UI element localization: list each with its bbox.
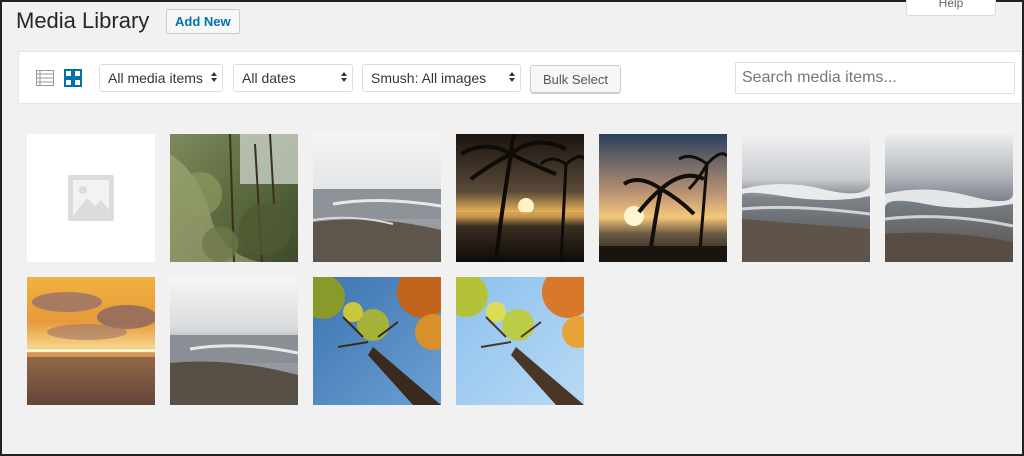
palm-sunset-thumbnail — [599, 134, 727, 262]
media-grid — [27, 134, 1017, 406]
add-new-button[interactable]: Add New — [166, 9, 240, 34]
media-item[interactable] — [313, 134, 441, 262]
select-arrows-icon — [509, 72, 515, 82]
image-placeholder-icon — [27, 134, 155, 262]
media-type-filter-value: All media items — [108, 70, 203, 86]
media-item[interactable] — [599, 134, 727, 262]
bulk-select-button[interactable]: Bulk Select — [530, 65, 621, 93]
media-item[interactable] — [27, 277, 155, 405]
media-item[interactable] — [170, 134, 298, 262]
media-item[interactable] — [456, 134, 584, 262]
beach-waves-thumbnail — [742, 134, 870, 262]
media-toolbar: All media items All dates Smush: All ima… — [18, 51, 1022, 104]
beach-overcast-thumbnail — [313, 134, 441, 262]
help-tab[interactable]: Help — [906, 0, 996, 16]
search-input[interactable] — [735, 62, 1015, 94]
tree-sky-thumbnail — [313, 277, 441, 405]
beach-overcast-thumbnail — [170, 277, 298, 405]
ocean-sunset-thumbnail — [27, 277, 155, 405]
media-item[interactable] — [885, 134, 1013, 262]
media-item[interactable] — [456, 277, 584, 405]
date-filter[interactable]: All dates — [233, 64, 353, 92]
smush-filter-value: Smush: All images — [371, 70, 487, 86]
forest-thumbnail — [170, 134, 298, 262]
page-title: Media Library — [16, 8, 150, 33]
media-type-filter[interactable]: All media items — [99, 64, 223, 92]
media-item[interactable] — [170, 277, 298, 405]
grid-view-icon[interactable] — [62, 67, 84, 89]
media-item[interactable] — [27, 134, 155, 262]
select-arrows-icon — [341, 72, 347, 82]
list-view-icon[interactable] — [34, 67, 56, 89]
select-arrows-icon — [211, 72, 217, 82]
palm-sunset-thumbnail — [456, 134, 584, 262]
media-item[interactable] — [313, 277, 441, 405]
tree-sky-thumbnail — [456, 277, 584, 405]
smush-filter[interactable]: Smush: All images — [362, 64, 521, 92]
date-filter-value: All dates — [242, 70, 296, 86]
beach-waves-thumbnail — [885, 134, 1013, 262]
media-item[interactable] — [742, 134, 870, 262]
